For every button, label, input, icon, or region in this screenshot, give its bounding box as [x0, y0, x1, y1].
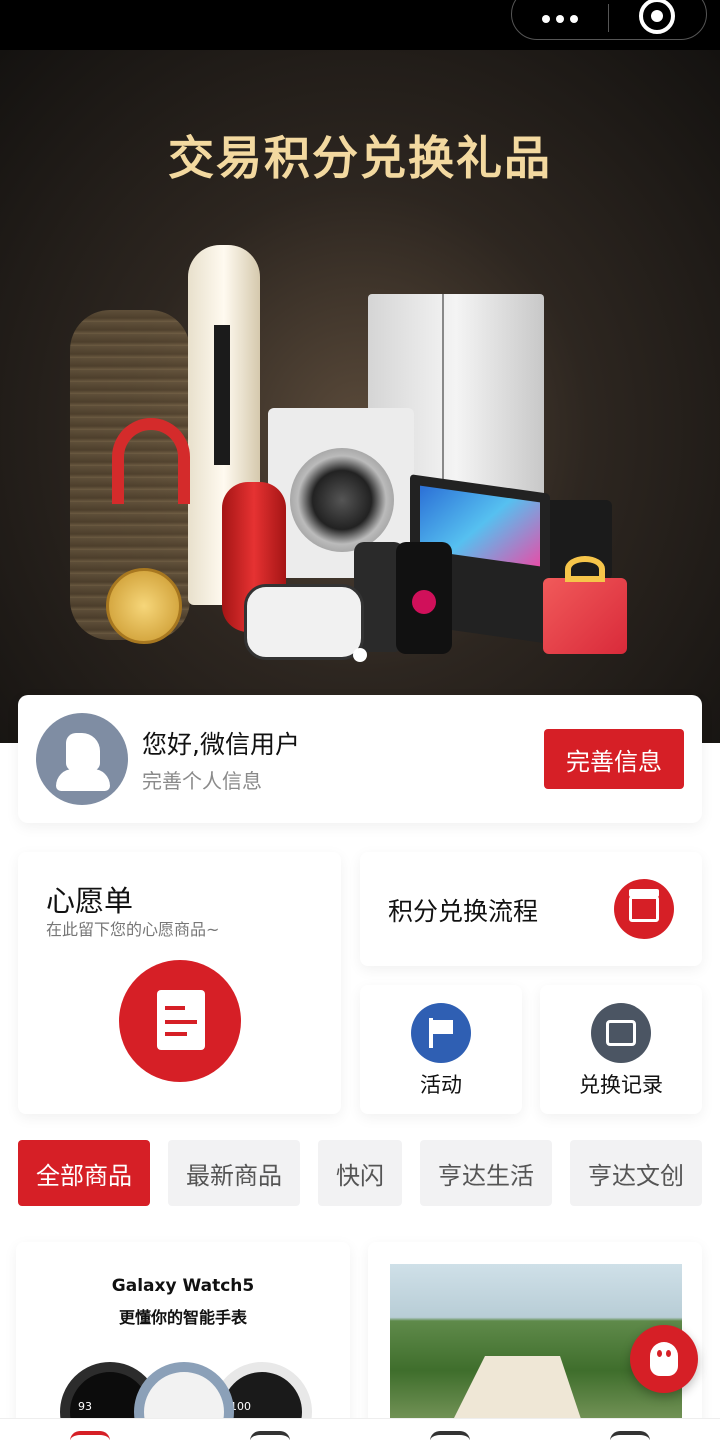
flag-icon: [411, 1003, 471, 1063]
tab-cart-icon[interactable]: [430, 1431, 470, 1440]
promo-banner[interactable]: 交易积分兑换礼品: [0, 50, 720, 743]
wishlist-icon: [119, 960, 241, 1082]
activity-card[interactable]: 活动: [360, 985, 522, 1114]
tab-profile-icon[interactable]: [610, 1431, 650, 1440]
complete-info-button[interactable]: 完善信息: [544, 729, 684, 789]
tab-new-products[interactable]: 最新商品: [168, 1140, 300, 1206]
mini-program-capsule: [511, 0, 707, 40]
avatar[interactable]: [36, 713, 128, 805]
product-brand: Galaxy Watch5: [111, 1276, 255, 1296]
tab-henda-life[interactable]: 亨达生活: [420, 1140, 552, 1206]
carousel-dot[interactable]: [353, 648, 367, 662]
close-mini-program-icon[interactable]: [609, 0, 707, 34]
activity-label: 活动: [420, 1073, 462, 1097]
tab-category-icon[interactable]: [250, 1431, 290, 1440]
gift-box-image: [543, 556, 627, 654]
phone-image: [396, 542, 452, 654]
gold-coin-image: [106, 568, 182, 644]
user-card: 您好,微信用户 完善个人信息 完善信息: [18, 695, 702, 823]
exchange-record-card[interactable]: 兑换记录: [540, 985, 702, 1114]
tab-all-products[interactable]: 全部商品: [18, 1140, 150, 1206]
exchange-flow-label: 积分兑换流程: [388, 897, 539, 926]
more-options-icon[interactable]: [512, 5, 608, 23]
wishlist-title: 心愿单: [46, 884, 134, 918]
carousel-indicator: [0, 648, 720, 662]
record-icon: [591, 1003, 651, 1063]
user-subtitle[interactable]: 完善个人信息: [142, 765, 262, 794]
tab-home-icon[interactable]: [70, 1431, 110, 1440]
gift-icon: [614, 879, 674, 939]
wishlist-card[interactable]: 心愿单 在此留下您的心愿商品~: [18, 852, 341, 1114]
headphones-image: [112, 418, 190, 504]
qq-icon: [650, 1342, 678, 1376]
product-slogan: 更懂你的智能手表: [118, 1308, 247, 1327]
exchange-record-label: 兑换记录: [579, 1073, 663, 1097]
user-greeting: 您好,微信用户: [142, 730, 300, 759]
tab-flash[interactable]: 快闪: [318, 1140, 402, 1206]
bottom-tab-bar: [0, 1418, 720, 1440]
exchange-flow-card[interactable]: 积分兑换流程: [360, 852, 702, 966]
banner-title: 交易积分兑换礼品: [168, 131, 552, 185]
category-tabs: 全部商品 最新商品 快闪 亨达生活 亨达文创: [18, 1140, 720, 1206]
watch-readout: 93: [78, 1400, 92, 1413]
product-card[interactable]: Galaxy Watch5 更懂你的智能手表 93 100: [16, 1242, 350, 1440]
tab-henda-creative[interactable]: 亨达文创: [570, 1140, 702, 1206]
status-bar: [0, 0, 720, 50]
customer-service-button[interactable]: [630, 1325, 698, 1393]
wishlist-subtitle: 在此留下您的心愿商品~: [46, 920, 220, 939]
